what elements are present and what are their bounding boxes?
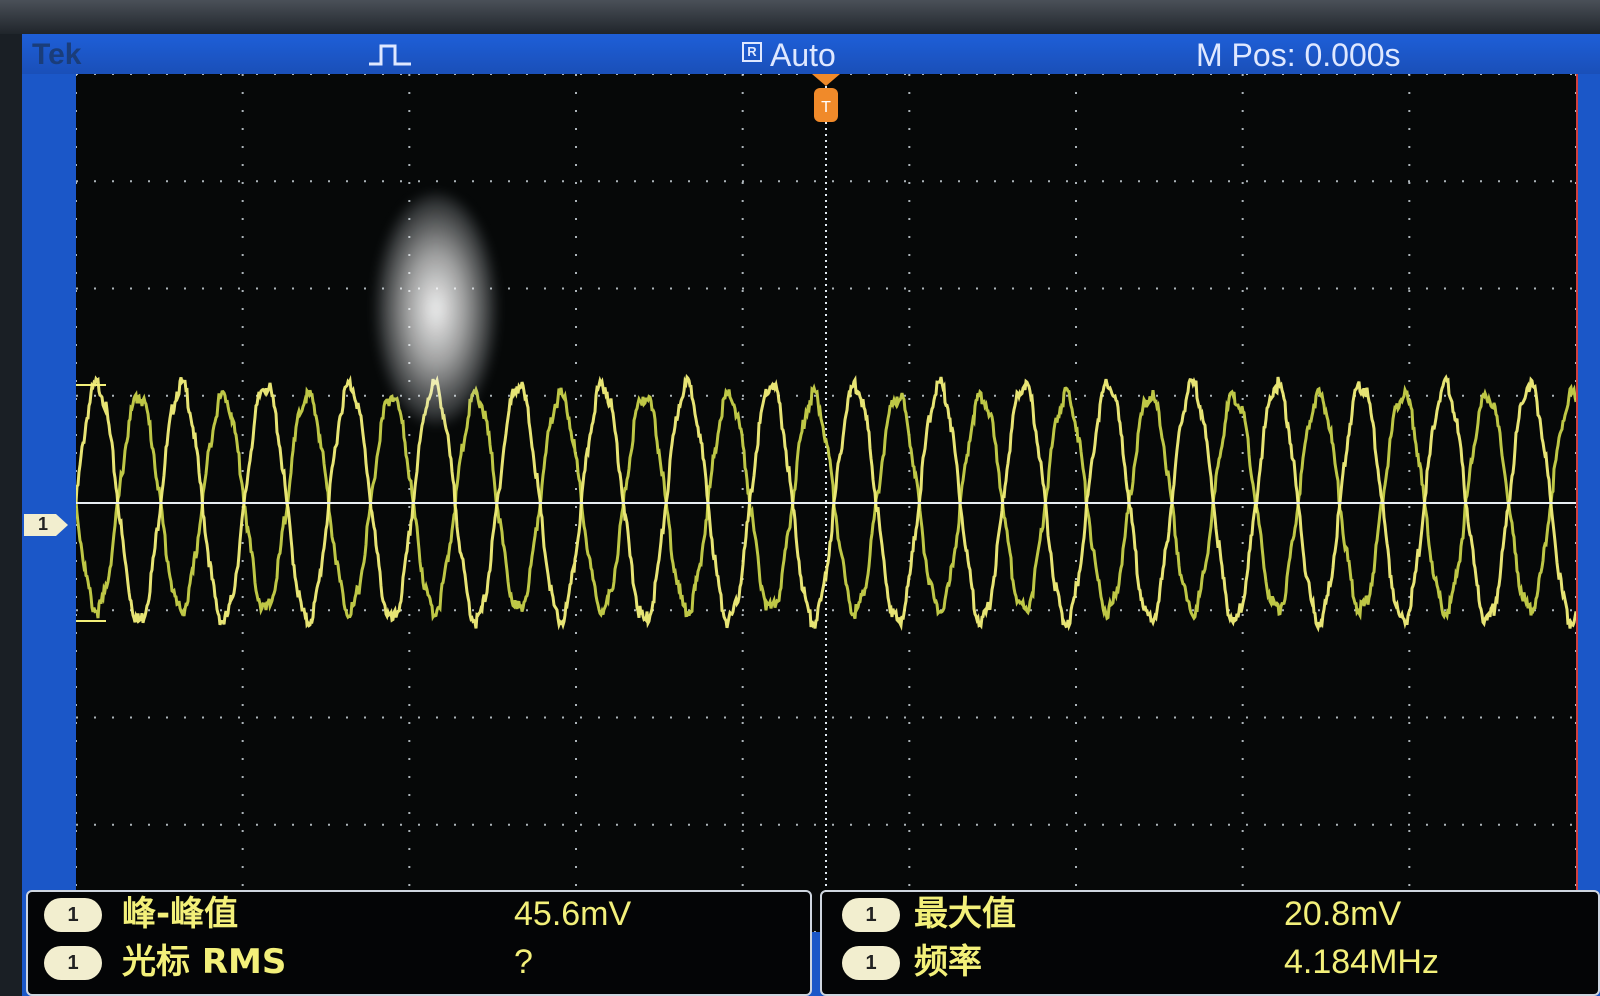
graticule-svg: T (76, 74, 1576, 932)
channel-badge: 1 (842, 946, 900, 980)
brand-logo: Tek (32, 38, 82, 71)
svg-text:T: T (821, 99, 831, 116)
rising-pulse-icon (369, 44, 411, 66)
measurement-panel-right: 1 最大值 20.8mV 1 频率 4.184MHz (820, 890, 1600, 996)
measurement-value: ? (514, 943, 533, 981)
trigger-position-icon[interactable]: T (812, 74, 840, 122)
screen-glare (376, 194, 496, 424)
measurement-row[interactable]: 1 峰-峰值 45.6mV (28, 892, 810, 936)
measurement-value: 20.8mV (1284, 895, 1402, 933)
right-panel-edge (1576, 74, 1600, 934)
measurement-row[interactable]: 1 频率 4.184MHz (822, 940, 1598, 984)
acquisition-mode: Auto (770, 37, 836, 73)
measurement-label: 最大值 (914, 894, 1016, 934)
measurement-label: 光标 RMS (122, 942, 287, 982)
measurement-label: 峰-峰值 (122, 894, 239, 934)
channel-badge: 1 (44, 946, 102, 980)
measurement-label: 频率 (914, 942, 982, 982)
channel-badge: 1 (842, 898, 900, 932)
waveform-graticule[interactable]: T (76, 74, 1576, 932)
measurement-panel-left: 1 峰-峰值 45.6mV 1 光标 RMS ? (26, 890, 812, 996)
channel-1-marker-label: 1 (38, 514, 49, 534)
bezel (0, 0, 1600, 34)
run-state-icon: R (742, 42, 762, 62)
measurement-row[interactable]: 1 光标 RMS ? (28, 940, 810, 984)
main-position-readout: M Pos: 0.000s (1196, 37, 1401, 73)
status-bar: Tek R Auto M Pos: 0.000s (22, 34, 1600, 74)
measurement-value: 4.184MHz (1284, 943, 1439, 981)
oscilloscope-display: Tek R Auto M Pos: 0.000s T 1 1 峰-峰值 45.6… (0, 0, 1600, 996)
measurement-value: 45.6mV (514, 895, 632, 933)
measurement-row[interactable]: 1 最大值 20.8mV (822, 892, 1598, 936)
channel-badge: 1 (44, 898, 102, 932)
scope-screen: Tek R Auto M Pos: 0.000s T 1 1 峰-峰值 45.6… (22, 34, 1600, 996)
